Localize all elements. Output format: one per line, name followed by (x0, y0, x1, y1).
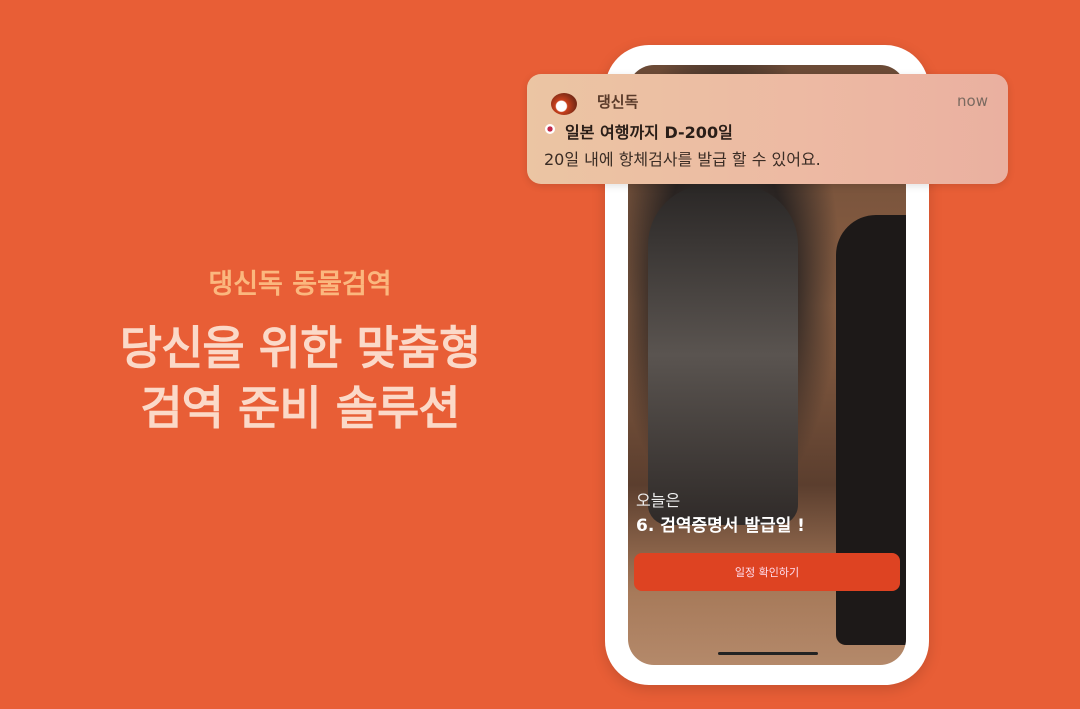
headline-line-2: 검역 준비 솔루션 (140, 381, 460, 435)
japan-flag-icon (545, 124, 555, 134)
home-indicator[interactable] (718, 652, 818, 655)
notification-time: now (957, 92, 988, 110)
notification-body: 20일 내에 항체검사를 발급 할 수 있어요. (544, 150, 821, 169)
app-logo-icon (551, 93, 577, 115)
promo-subtitle: 댕신독 동물검역 (208, 269, 392, 300)
event-title: 6. 검역증명서 발급일 ! (636, 516, 805, 536)
notification-app-name: 댕신독 (597, 93, 639, 111)
promo-headline: 당신을 위한 맞춤형 검역 준비 솔루션 (60, 318, 540, 438)
dog-photo (648, 185, 798, 525)
headline-line-1: 당신을 위한 맞춤형 (119, 321, 482, 375)
push-notification[interactable]: 댕신독 now 일본 여행까지 D-200일 20일 내에 항체검사를 발급 할… (527, 74, 1008, 184)
check-schedule-button[interactable]: 일정 확인하기 (634, 553, 900, 591)
notification-title: 일본 여행까지 D-200일 (565, 123, 733, 142)
today-label: 오늘은 (636, 491, 681, 510)
